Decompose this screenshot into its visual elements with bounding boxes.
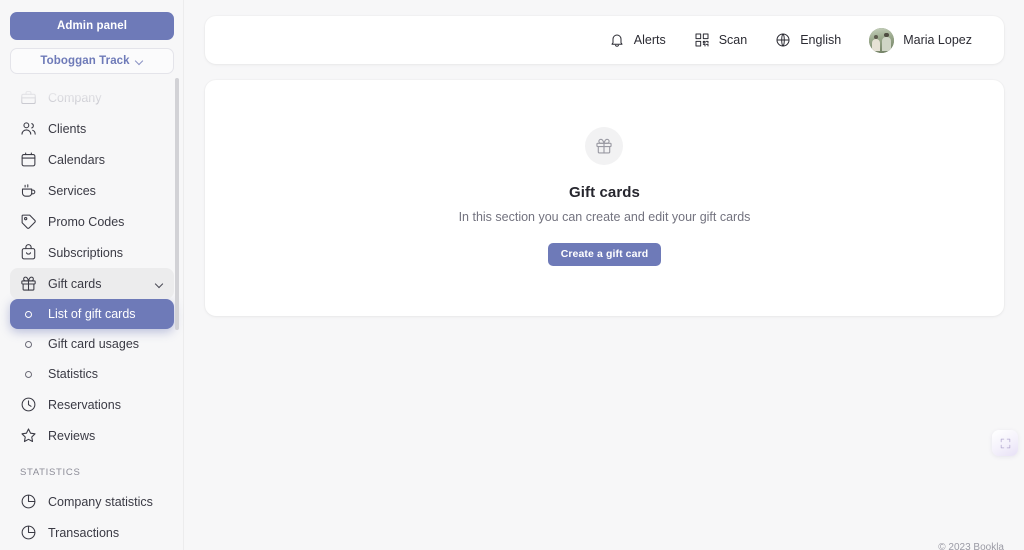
create-gift-card-button[interactable]: Create a gift card bbox=[548, 243, 662, 266]
sidebar-item-company[interactable]: Company bbox=[10, 82, 174, 113]
sidebar-subitem-label: Statistics bbox=[48, 367, 98, 381]
sidebar-nav-scroll-area[interactable]: Company Clients Calendars bbox=[0, 78, 184, 550]
sidebar-item-label: Gift cards bbox=[48, 277, 102, 291]
sidebar-item-services[interactable]: Services bbox=[10, 175, 174, 206]
company-switcher[interactable]: Toboggan Track bbox=[10, 48, 174, 74]
user-name: Maria Lopez bbox=[903, 33, 972, 47]
sidebar-subitem-label: Gift card usages bbox=[48, 337, 139, 351]
admin-panel-button[interactable]: Admin panel bbox=[10, 12, 174, 40]
sidebar-subitem-list-of-gift-cards[interactable]: List of gift cards bbox=[10, 299, 174, 329]
sidebar-item-label: Company statistics bbox=[48, 495, 153, 509]
expand-widget-icon[interactable] bbox=[992, 430, 1018, 456]
alerts-label: Alerts bbox=[634, 33, 666, 47]
sidebar-subitem-gift-card-usages[interactable]: Gift card usages bbox=[10, 329, 174, 359]
sidebar-subitem-label: List of gift cards bbox=[48, 307, 136, 321]
pie-chart-icon bbox=[20, 493, 37, 510]
sidebar-item-label: Reservations bbox=[48, 398, 121, 412]
scan-button[interactable]: Scan bbox=[680, 23, 762, 57]
empty-state: Gift cards In this section you can creat… bbox=[459, 127, 751, 266]
sidebar-item-label: Subscriptions bbox=[48, 246, 123, 260]
sidebar-item-label: Clients bbox=[48, 122, 86, 136]
shopping-bag-icon bbox=[20, 244, 37, 261]
sidebar-item-gift-cards[interactable]: Gift cards bbox=[10, 268, 174, 299]
sidebar-item-calendars[interactable]: Calendars bbox=[10, 144, 174, 175]
pie-chart-icon bbox=[20, 524, 37, 541]
clock-icon bbox=[20, 396, 37, 413]
sidebar-subitem-statistics[interactable]: Statistics bbox=[10, 359, 174, 389]
main-content: Alerts Scan English bbox=[184, 0, 1024, 550]
chevron-down-icon bbox=[136, 57, 144, 65]
chevron-down-icon bbox=[156, 280, 164, 288]
sidebar-item-label: Services bbox=[48, 184, 96, 198]
users-icon bbox=[20, 120, 37, 137]
circle-bullet-icon bbox=[20, 371, 37, 378]
sidebar-nav: Company Clients Calendars bbox=[0, 78, 184, 550]
language-label: English bbox=[800, 33, 841, 47]
avatar bbox=[869, 28, 894, 53]
bell-icon bbox=[609, 32, 625, 48]
sidebar-header: Admin panel Toboggan Track bbox=[0, 0, 183, 74]
scan-label: Scan bbox=[719, 33, 748, 47]
alerts-button[interactable]: Alerts bbox=[595, 23, 680, 57]
qr-code-icon bbox=[694, 32, 710, 48]
gift-cards-panel: Gift cards In this section you can creat… bbox=[205, 80, 1004, 316]
sidebar-item-subscriptions[interactable]: Subscriptions bbox=[10, 237, 174, 268]
gift-icon bbox=[20, 275, 37, 292]
sidebar-section-title-statistics: STATISTICS bbox=[10, 467, 174, 478]
language-selector[interactable]: English bbox=[761, 23, 855, 57]
coffee-cup-icon bbox=[20, 182, 37, 199]
tag-icon bbox=[20, 213, 37, 230]
circle-bullet-icon bbox=[20, 311, 37, 318]
star-icon bbox=[20, 427, 37, 444]
calendar-icon bbox=[20, 151, 37, 168]
sidebar-item-clients[interactable]: Clients bbox=[10, 113, 174, 144]
page-title: Gift cards bbox=[569, 184, 640, 201]
sidebar-item-promo-codes[interactable]: Promo Codes bbox=[10, 206, 174, 237]
sidebar-item-label: Transactions bbox=[48, 526, 119, 540]
sidebar-item-label: Company bbox=[48, 91, 102, 105]
empty-state-description: In this section you can create and edit … bbox=[459, 210, 751, 224]
topbar: Alerts Scan English bbox=[205, 16, 1004, 64]
sidebar-item-label: Calendars bbox=[48, 153, 105, 167]
globe-icon bbox=[775, 32, 791, 48]
sidebar-item-transactions[interactable]: Transactions bbox=[10, 517, 174, 548]
circle-bullet-icon bbox=[20, 341, 37, 348]
sidebar-scrollbar[interactable] bbox=[175, 78, 179, 330]
company-switcher-label: Toboggan Track bbox=[40, 55, 129, 67]
sidebar-item-company-statistics[interactable]: Company statistics bbox=[10, 486, 174, 517]
sidebar: Admin panel Toboggan Track Company bbox=[0, 0, 184, 550]
briefcase-icon bbox=[20, 89, 37, 106]
footer-copyright: © 2023 Bookla bbox=[938, 542, 1004, 550]
sidebar-item-label: Reviews bbox=[48, 429, 95, 443]
user-menu[interactable]: Maria Lopez bbox=[855, 23, 986, 57]
gift-icon bbox=[585, 127, 623, 165]
app-root: Admin panel Toboggan Track Company bbox=[0, 0, 1024, 550]
sidebar-item-reviews[interactable]: Reviews bbox=[10, 420, 174, 451]
sidebar-item-reservations[interactable]: Reservations bbox=[10, 389, 174, 420]
sidebar-item-label: Promo Codes bbox=[48, 215, 124, 229]
